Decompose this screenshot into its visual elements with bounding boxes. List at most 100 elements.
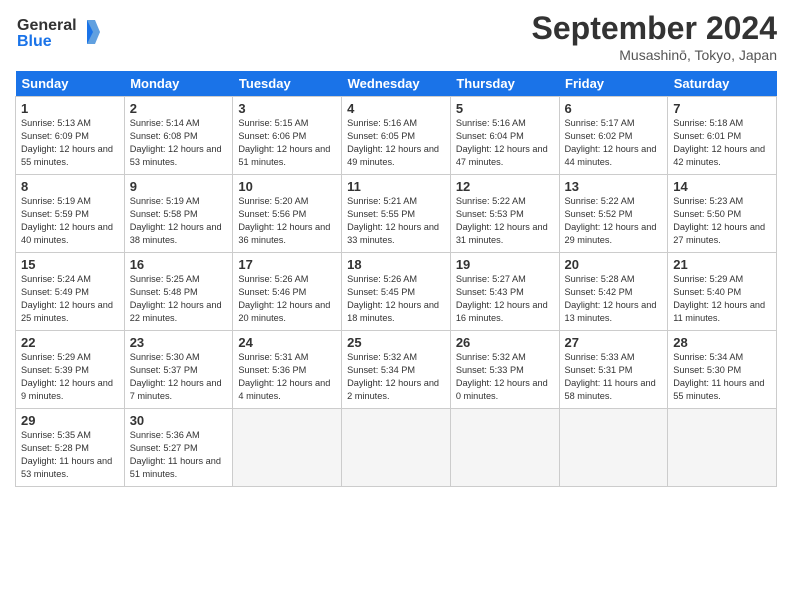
day-info: Sunrise: 5:28 AMSunset: 5:42 PMDaylight:… [565, 273, 663, 325]
calendar-cell: 19Sunrise: 5:27 AMSunset: 5:43 PMDayligh… [450, 253, 559, 331]
calendar-cell: 13Sunrise: 5:22 AMSunset: 5:52 PMDayligh… [559, 175, 668, 253]
calendar-container: General Blue September 2024 Musashinō, T… [0, 0, 792, 497]
day-info: Sunrise: 5:16 AMSunset: 6:05 PMDaylight:… [347, 117, 445, 169]
calendar-cell: 7Sunrise: 5:18 AMSunset: 6:01 PMDaylight… [668, 97, 777, 175]
day-info: Sunrise: 5:36 AMSunset: 5:27 PMDaylight:… [130, 429, 228, 481]
day-number: 29 [21, 413, 119, 428]
calendar-cell: 9Sunrise: 5:19 AMSunset: 5:58 PMDaylight… [124, 175, 233, 253]
calendar-cell: 25Sunrise: 5:32 AMSunset: 5:34 PMDayligh… [342, 331, 451, 409]
calendar-cell: 28Sunrise: 5:34 AMSunset: 5:30 PMDayligh… [668, 331, 777, 409]
day-number: 12 [456, 179, 554, 194]
calendar-cell [342, 409, 451, 487]
calendar-cell [668, 409, 777, 487]
day-info: Sunrise: 5:16 AMSunset: 6:04 PMDaylight:… [456, 117, 554, 169]
day-number: 21 [673, 257, 771, 272]
day-info: Sunrise: 5:34 AMSunset: 5:30 PMDaylight:… [673, 351, 771, 403]
day-info: Sunrise: 5:31 AMSunset: 5:36 PMDaylight:… [238, 351, 336, 403]
calendar-header: General Blue September 2024 Musashinō, T… [15, 10, 777, 63]
calendar-cell: 11Sunrise: 5:21 AMSunset: 5:55 PMDayligh… [342, 175, 451, 253]
day-number: 9 [130, 179, 228, 194]
day-info: Sunrise: 5:18 AMSunset: 6:01 PMDaylight:… [673, 117, 771, 169]
location: Musashinō, Tokyo, Japan [532, 47, 777, 63]
day-number: 2 [130, 101, 228, 116]
day-number: 30 [130, 413, 228, 428]
calendar-cell: 18Sunrise: 5:26 AMSunset: 5:45 PMDayligh… [342, 253, 451, 331]
col-thursday: Thursday [450, 71, 559, 97]
day-info: Sunrise: 5:32 AMSunset: 5:34 PMDaylight:… [347, 351, 445, 403]
day-info: Sunrise: 5:13 AMSunset: 6:09 PMDaylight:… [21, 117, 119, 169]
day-info: Sunrise: 5:32 AMSunset: 5:33 PMDaylight:… [456, 351, 554, 403]
calendar-cell: 1Sunrise: 5:13 AMSunset: 6:09 PMDaylight… [16, 97, 125, 175]
logo-icon: General Blue [15, 10, 105, 55]
calendar-cell: 29Sunrise: 5:35 AMSunset: 5:28 PMDayligh… [16, 409, 125, 487]
calendar-cell: 12Sunrise: 5:22 AMSunset: 5:53 PMDayligh… [450, 175, 559, 253]
calendar-cell [450, 409, 559, 487]
day-info: Sunrise: 5:14 AMSunset: 6:08 PMDaylight:… [130, 117, 228, 169]
day-number: 24 [238, 335, 336, 350]
calendar-cell: 5Sunrise: 5:16 AMSunset: 6:04 PMDaylight… [450, 97, 559, 175]
day-info: Sunrise: 5:26 AMSunset: 5:46 PMDaylight:… [238, 273, 336, 325]
day-info: Sunrise: 5:30 AMSunset: 5:37 PMDaylight:… [130, 351, 228, 403]
day-info: Sunrise: 5:19 AMSunset: 5:58 PMDaylight:… [130, 195, 228, 247]
day-info: Sunrise: 5:29 AMSunset: 5:40 PMDaylight:… [673, 273, 771, 325]
day-number: 1 [21, 101, 119, 116]
day-info: Sunrise: 5:22 AMSunset: 5:52 PMDaylight:… [565, 195, 663, 247]
day-number: 17 [238, 257, 336, 272]
calendar-cell: 22Sunrise: 5:29 AMSunset: 5:39 PMDayligh… [16, 331, 125, 409]
col-monday: Monday [124, 71, 233, 97]
day-number: 10 [238, 179, 336, 194]
day-info: Sunrise: 5:33 AMSunset: 5:31 PMDaylight:… [565, 351, 663, 403]
day-info: Sunrise: 5:19 AMSunset: 5:59 PMDaylight:… [21, 195, 119, 247]
calendar-cell: 23Sunrise: 5:30 AMSunset: 5:37 PMDayligh… [124, 331, 233, 409]
day-number: 22 [21, 335, 119, 350]
col-friday: Friday [559, 71, 668, 97]
day-info: Sunrise: 5:27 AMSunset: 5:43 PMDaylight:… [456, 273, 554, 325]
calendar-row: 1Sunrise: 5:13 AMSunset: 6:09 PMDaylight… [16, 97, 777, 175]
col-wednesday: Wednesday [342, 71, 451, 97]
day-number: 4 [347, 101, 445, 116]
day-number: 3 [238, 101, 336, 116]
calendar-cell: 6Sunrise: 5:17 AMSunset: 6:02 PMDaylight… [559, 97, 668, 175]
calendar-row: 22Sunrise: 5:29 AMSunset: 5:39 PMDayligh… [16, 331, 777, 409]
day-number: 6 [565, 101, 663, 116]
day-info: Sunrise: 5:20 AMSunset: 5:56 PMDaylight:… [238, 195, 336, 247]
day-info: Sunrise: 5:24 AMSunset: 5:49 PMDaylight:… [21, 273, 119, 325]
title-block: September 2024 Musashinō, Tokyo, Japan [532, 10, 777, 63]
day-info: Sunrise: 5:17 AMSunset: 6:02 PMDaylight:… [565, 117, 663, 169]
calendar-cell: 24Sunrise: 5:31 AMSunset: 5:36 PMDayligh… [233, 331, 342, 409]
day-number: 15 [21, 257, 119, 272]
calendar-cell: 10Sunrise: 5:20 AMSunset: 5:56 PMDayligh… [233, 175, 342, 253]
calendar-cell: 17Sunrise: 5:26 AMSunset: 5:46 PMDayligh… [233, 253, 342, 331]
month-title: September 2024 [532, 10, 777, 47]
calendar-cell: 30Sunrise: 5:36 AMSunset: 5:27 PMDayligh… [124, 409, 233, 487]
day-number: 27 [565, 335, 663, 350]
calendar-cell: 8Sunrise: 5:19 AMSunset: 5:59 PMDaylight… [16, 175, 125, 253]
day-number: 7 [673, 101, 771, 116]
col-tuesday: Tuesday [233, 71, 342, 97]
day-number: 8 [21, 179, 119, 194]
day-number: 28 [673, 335, 771, 350]
col-saturday: Saturday [668, 71, 777, 97]
calendar-cell: 20Sunrise: 5:28 AMSunset: 5:42 PMDayligh… [559, 253, 668, 331]
day-info: Sunrise: 5:15 AMSunset: 6:06 PMDaylight:… [238, 117, 336, 169]
day-info: Sunrise: 5:25 AMSunset: 5:48 PMDaylight:… [130, 273, 228, 325]
logo: General Blue [15, 10, 105, 60]
calendar-cell: 14Sunrise: 5:23 AMSunset: 5:50 PMDayligh… [668, 175, 777, 253]
calendar-table: Sunday Monday Tuesday Wednesday Thursday… [15, 71, 777, 487]
day-number: 26 [456, 335, 554, 350]
day-number: 16 [130, 257, 228, 272]
day-info: Sunrise: 5:23 AMSunset: 5:50 PMDaylight:… [673, 195, 771, 247]
calendar-cell: 27Sunrise: 5:33 AMSunset: 5:31 PMDayligh… [559, 331, 668, 409]
calendar-cell [559, 409, 668, 487]
calendar-cell: 2Sunrise: 5:14 AMSunset: 6:08 PMDaylight… [124, 97, 233, 175]
day-number: 5 [456, 101, 554, 116]
calendar-cell: 21Sunrise: 5:29 AMSunset: 5:40 PMDayligh… [668, 253, 777, 331]
calendar-row: 15Sunrise: 5:24 AMSunset: 5:49 PMDayligh… [16, 253, 777, 331]
day-info: Sunrise: 5:22 AMSunset: 5:53 PMDaylight:… [456, 195, 554, 247]
calendar-row: 8Sunrise: 5:19 AMSunset: 5:59 PMDaylight… [16, 175, 777, 253]
day-number: 23 [130, 335, 228, 350]
calendar-cell [233, 409, 342, 487]
day-number: 19 [456, 257, 554, 272]
svg-text:Blue: Blue [17, 33, 52, 50]
day-info: Sunrise: 5:21 AMSunset: 5:55 PMDaylight:… [347, 195, 445, 247]
